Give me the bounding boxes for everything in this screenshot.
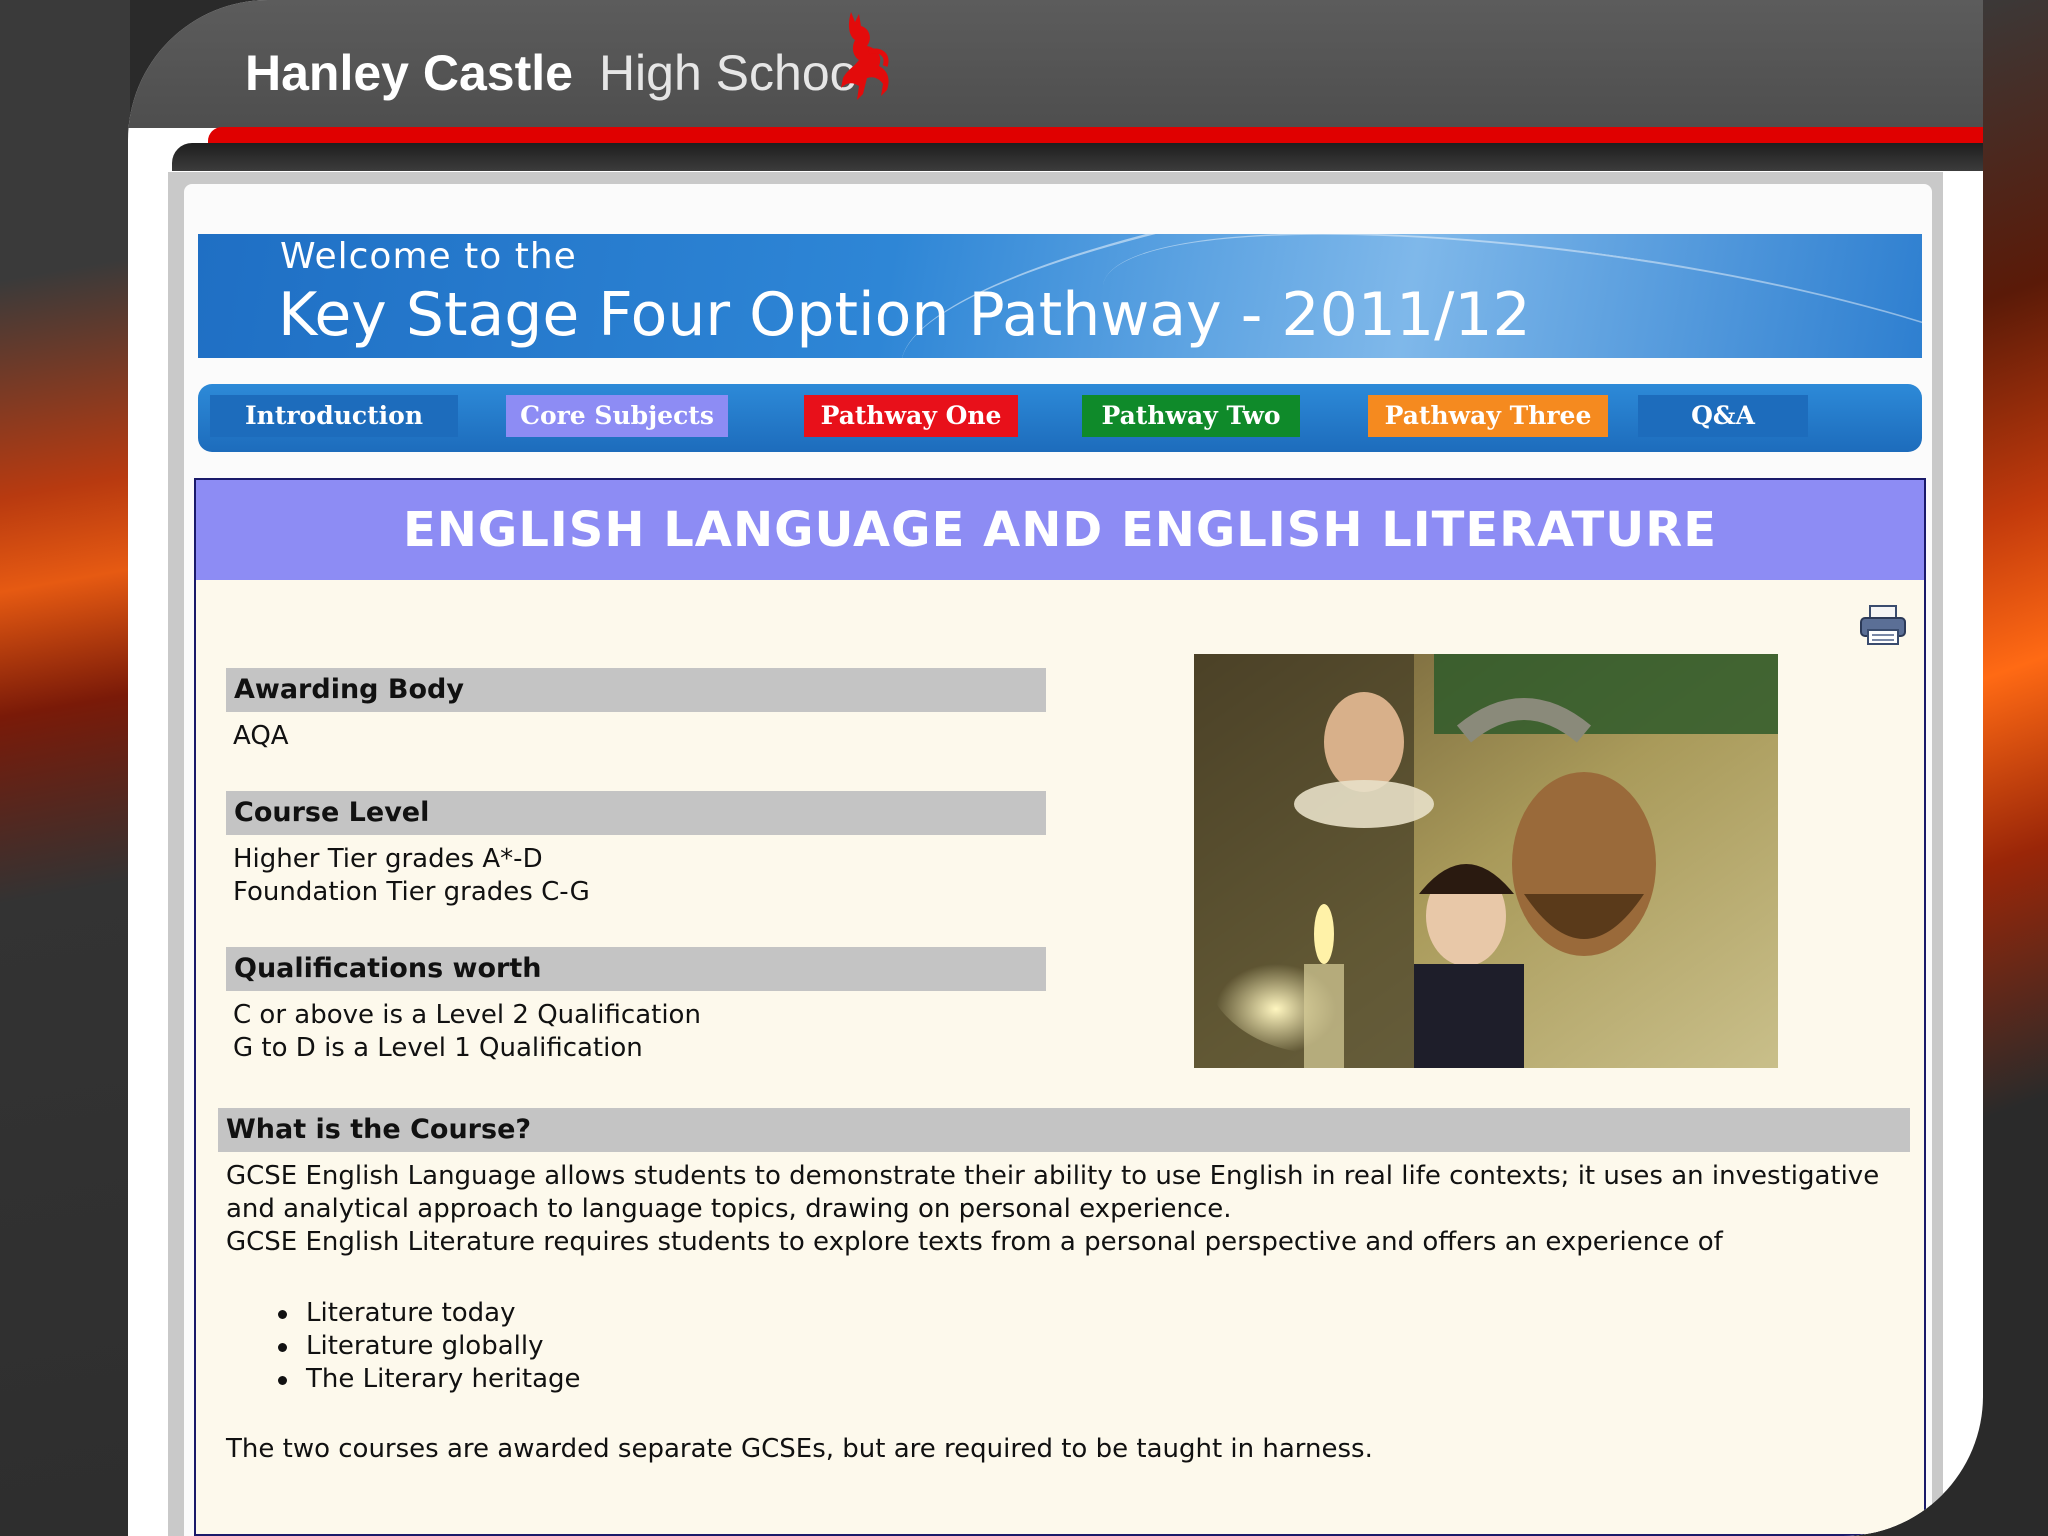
list-item: Literature globally: [226, 1330, 1886, 1363]
banner-welcome: Welcome to the: [280, 236, 577, 277]
content-panel: ENGLISH LANGUAGE AND ENGLISH LITERATURE …: [194, 478, 1926, 1536]
school-name: Hanley Castle High Schoo: [245, 44, 857, 102]
course-level-line: Foundation Tier grades C-G: [233, 877, 590, 907]
header-red-bar: [208, 127, 1983, 143]
nav-pathway-one[interactable]: Pathway One: [804, 395, 1018, 437]
section-heading-qualifications: Qualifications worth: [226, 947, 1046, 991]
awarding-body-text: AQA: [233, 720, 289, 753]
course-level-line: Higher Tier grades A*-D: [233, 844, 543, 874]
awarding-body-line: AQA: [233, 721, 289, 751]
background-left: [0, 0, 130, 1536]
section-heading-course-level: Course Level: [226, 791, 1046, 835]
page-banner: Welcome to the Key Stage Four Option Pat…: [198, 234, 1922, 358]
course-paragraph: GCSE English Language allows students to…: [226, 1161, 1880, 1224]
page-title: ENGLISH LANGUAGE AND ENGLISH LITERATURE: [196, 480, 1924, 580]
nav-pathway-two[interactable]: Pathway Two: [1082, 395, 1300, 437]
slide: Hanley Castle High Schoo Welcome to the K…: [128, 0, 1983, 1536]
qualifications-line: C or above is a Level 2 Qualification: [233, 1000, 701, 1030]
header-dark-bar: [172, 143, 1983, 171]
course-closing-text: The two courses are awarded separate GCS…: [226, 1434, 1373, 1464]
print-icon[interactable]: [1858, 604, 1908, 648]
nav-qa[interactable]: Q&A: [1638, 395, 1808, 437]
list-item: Literature today: [226, 1297, 1886, 1330]
section-heading-awarding-body: Awarding Body: [226, 668, 1046, 712]
slide-header: Hanley Castle High Schoo: [128, 0, 1983, 128]
banner-title: Key Stage Four Option Pathway - 2011/12: [278, 280, 1531, 350]
course-paragraph: GCSE English Literature requires student…: [226, 1227, 1723, 1257]
nav-introduction[interactable]: Introduction: [210, 395, 458, 437]
nav-pathway-three[interactable]: Pathway Three: [1368, 395, 1608, 437]
qualifications-text: C or above is a Level 2 Qualification G …: [233, 999, 701, 1065]
web-page: Welcome to the Key Stage Four Option Pat…: [184, 184, 1932, 1536]
school-crest-icon: [841, 12, 889, 100]
course-description: GCSE English Language allows students to…: [226, 1160, 1886, 1466]
course-bullet-list: Literature today Literature globally The…: [226, 1297, 1886, 1396]
school-name-bold: Hanley Castle: [245, 45, 573, 101]
nav-core-subjects[interactable]: Core Subjects: [506, 395, 728, 437]
section-heading-course: What is the Course?: [218, 1108, 1910, 1152]
literature-collage-image: [1194, 654, 1778, 1068]
list-item: The Literary heritage: [226, 1363, 1886, 1396]
school-name-light: High Schoo: [598, 45, 858, 101]
main-nav: Introduction Core Subjects Pathway One P…: [198, 384, 1922, 452]
qualifications-line: G to D is a Level 1 Qualification: [233, 1033, 643, 1063]
course-level-text: Higher Tier grades A*-D Foundation Tier …: [233, 843, 590, 909]
